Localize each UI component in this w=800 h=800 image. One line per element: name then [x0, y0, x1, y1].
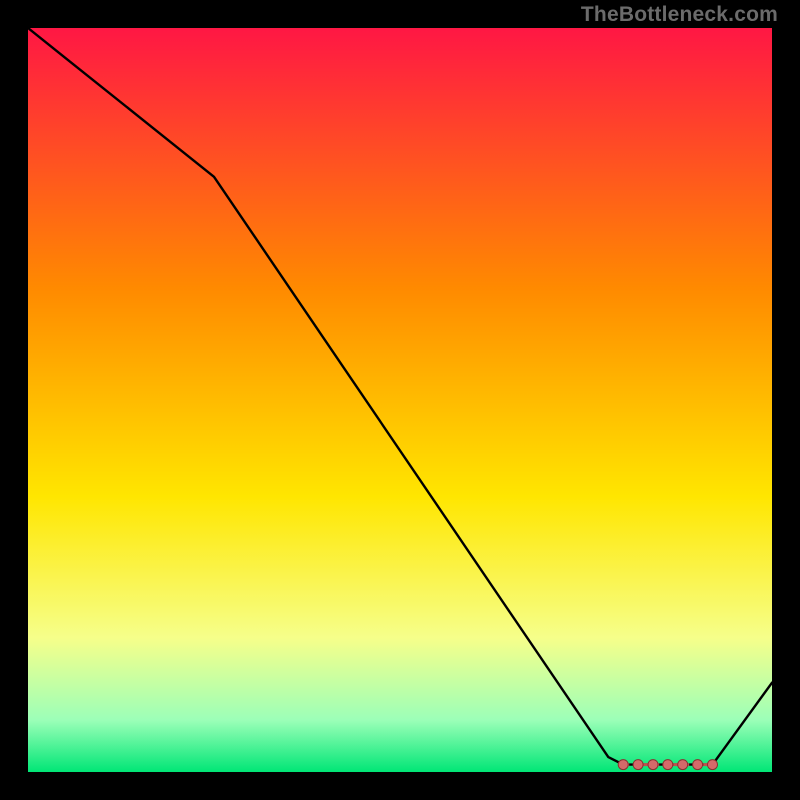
optimum-marker	[633, 760, 643, 770]
gradient-background	[28, 28, 772, 772]
optimum-marker	[693, 760, 703, 770]
optimum-marker	[708, 760, 718, 770]
attribution-label: TheBottleneck.com	[581, 3, 778, 27]
optimum-marker	[648, 760, 658, 770]
optimum-marker	[663, 760, 673, 770]
optimum-marker	[678, 760, 688, 770]
plot-area	[28, 28, 772, 772]
optimum-marker	[618, 760, 628, 770]
plot-svg	[28, 28, 772, 772]
chart-frame: TheBottleneck.com	[0, 0, 800, 800]
